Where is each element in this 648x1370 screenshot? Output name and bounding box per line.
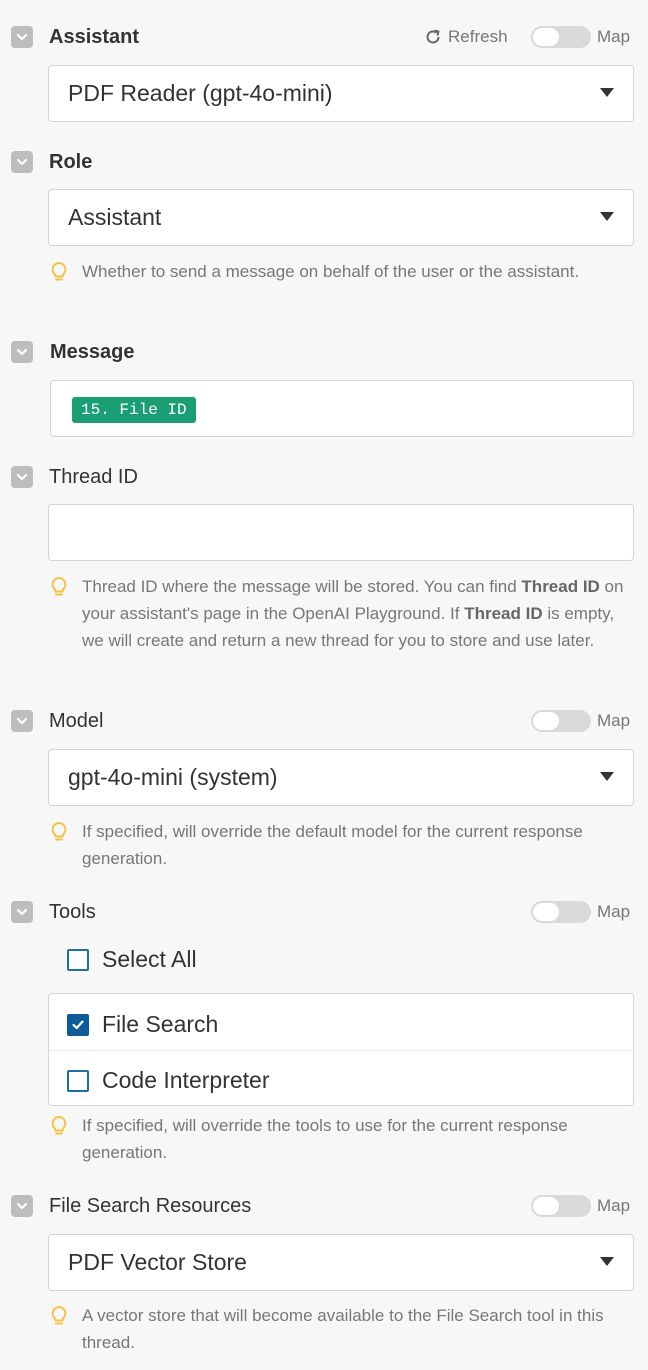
file-search-hint: A vector store that will become availabl… [50, 1302, 610, 1356]
message-header: Message [0, 340, 648, 364]
message-label: Message [50, 341, 135, 363]
file-search-hint-text: A vector store that will become availabl… [82, 1306, 604, 1352]
role-select[interactable]: Assistant [48, 189, 634, 246]
collapse-role-button[interactable] [11, 151, 33, 173]
collapse-file-search-button[interactable] [11, 1195, 33, 1217]
model-select-value: gpt-4o-mini (system) [68, 764, 278, 790]
chevron-down-icon [16, 717, 28, 725]
caret-down-icon [600, 212, 614, 221]
tools-list: File Search Code Interpreter [48, 993, 634, 1106]
collapse-tools-button[interactable] [11, 901, 33, 923]
code-interpreter-label: Code Interpreter [102, 1067, 270, 1093]
code-interpreter-checkbox[interactable] [67, 1069, 89, 1092]
role-hint-text: Whether to send a message on behalf of t… [82, 262, 580, 281]
select-all-row[interactable]: Select All [67, 946, 197, 973]
tools-header: Tools Map [0, 900, 648, 924]
collapse-model-button[interactable] [11, 710, 33, 732]
toggle-knob [533, 712, 559, 730]
model-header: Model Map [0, 709, 648, 733]
tools-map-toggle[interactable] [531, 901, 591, 923]
chevron-down-icon [16, 33, 28, 41]
lightbulb-icon [51, 821, 67, 841]
lightbulb-icon [51, 1115, 67, 1135]
role-select-value: Assistant [68, 204, 162, 230]
toggle-knob [533, 28, 559, 46]
chevron-down-icon [16, 348, 28, 356]
lightbulb-icon [51, 1305, 67, 1325]
thread-hint-text: Thread ID where the message will be stor… [82, 577, 624, 650]
caret-down-icon [600, 772, 614, 781]
model-hint-text: If specified, will override the default … [82, 822, 583, 868]
file-search-label: File Search [102, 1011, 219, 1037]
chevron-down-icon [16, 473, 28, 481]
collapse-assistant-button[interactable] [11, 26, 33, 48]
role-label: Role [49, 151, 93, 173]
thread-label: Thread ID [49, 466, 138, 488]
file-search-checkbox[interactable] [67, 1013, 89, 1036]
thread-id-input[interactable] [48, 504, 634, 561]
file-id-token[interactable]: 15. File ID [72, 397, 196, 423]
model-map-label: Map [597, 711, 631, 730]
model-hint: If specified, will override the default … [50, 818, 610, 872]
toggle-knob [533, 903, 559, 921]
caret-down-icon [600, 1257, 614, 1266]
role-header: Role [0, 150, 648, 174]
collapse-thread-button[interactable] [11, 466, 33, 488]
thread-hint: Thread ID where the message will be stor… [50, 573, 623, 681]
tools-hint-text: If specified, will override the tools to… [82, 1116, 568, 1162]
model-map-toggle[interactable] [531, 710, 591, 732]
tool-item-file-search[interactable]: File Search [67, 1011, 218, 1038]
model-select[interactable]: gpt-4o-mini (system) [48, 749, 634, 806]
toggle-knob [533, 1197, 559, 1215]
check-icon [72, 1019, 84, 1029]
file-search-map-label: Map [597, 1196, 631, 1215]
refresh-button[interactable]: Refresh [424, 25, 508, 49]
assistant-map-toggle[interactable] [531, 26, 591, 48]
file-search-resources-label: File Search Resources [49, 1195, 252, 1217]
message-input[interactable]: 15. File ID [50, 380, 634, 437]
refresh-icon [426, 29, 440, 44]
vector-store-select-value: PDF Vector Store [68, 1249, 247, 1275]
assistant-map-label: Map [597, 27, 631, 46]
chevron-down-icon [16, 1202, 28, 1210]
collapse-message-button[interactable] [11, 341, 33, 363]
tools-label: Tools [49, 901, 96, 923]
select-all-label: Select All [102, 946, 197, 972]
assistant-select[interactable]: PDF Reader (gpt-4o-mini) [48, 65, 634, 122]
tools-map-label: Map [597, 902, 631, 921]
vector-store-select[interactable]: PDF Vector Store [48, 1234, 634, 1291]
assistant-header: Assistant Refresh Map [0, 25, 648, 49]
tools-hint: If specified, will override the tools to… [50, 1112, 610, 1166]
caret-down-icon [600, 88, 614, 97]
lightbulb-icon [51, 576, 67, 596]
model-label: Model [49, 710, 104, 732]
tool-item-code-interpreter[interactable]: Code Interpreter [67, 1067, 269, 1094]
file-search-header: File Search Resources Map [0, 1194, 648, 1218]
refresh-label: Refresh [448, 27, 508, 46]
assistant-label: Assistant [49, 26, 140, 48]
chevron-down-icon [16, 158, 28, 166]
assistant-select-value: PDF Reader (gpt-4o-mini) [68, 80, 333, 106]
select-all-checkbox[interactable] [67, 948, 89, 971]
chevron-down-icon [16, 908, 28, 916]
role-hint: Whether to send a message on behalf of t… [50, 258, 610, 312]
thread-header: Thread ID [0, 465, 648, 489]
lightbulb-icon [51, 261, 67, 281]
file-search-map-toggle[interactable] [531, 1195, 591, 1217]
divider [49, 1050, 633, 1051]
